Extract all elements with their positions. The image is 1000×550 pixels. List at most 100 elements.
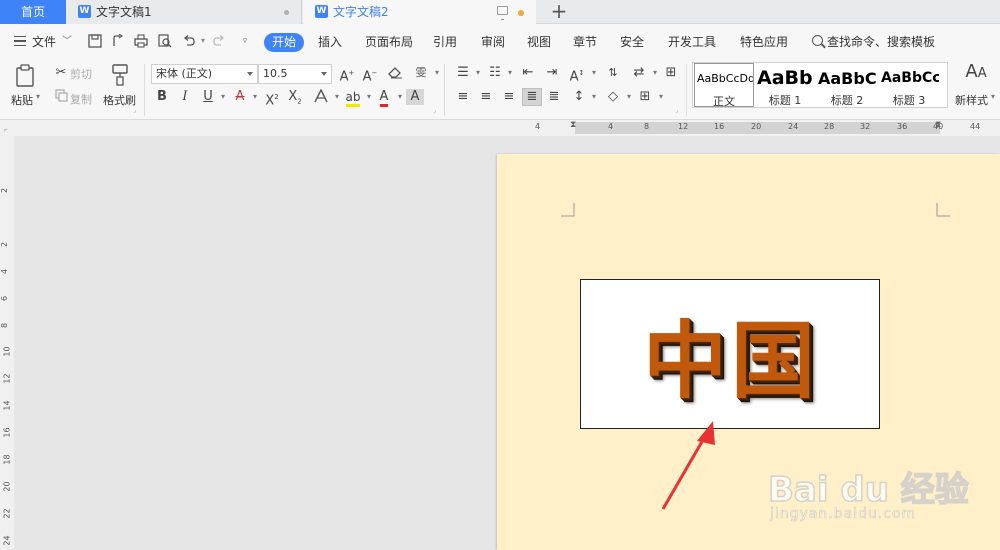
- style-heading-2[interactable]: AaBbC 标题 2: [816, 63, 878, 107]
- clipboard-launcher-icon[interactable]: ⌟: [133, 107, 136, 114]
- new-style-button[interactable]: 新样式: [955, 92, 988, 108]
- vertical-ruler[interactable]: 2 2 4 6 8 10 12 14 16 18 20 22 24: [0, 136, 14, 550]
- menu-tab-security[interactable]: 安全: [620, 24, 644, 60]
- menu-file[interactable]: 文件: [32, 24, 56, 60]
- horizontal-ruler[interactable]: 4 4 8 12 16 20 24 28 32 36 40 44 ⧗ ⧗: [0, 120, 1000, 136]
- scissors-icon[interactable]: ✂: [52, 65, 70, 81]
- character-shading-icon[interactable]: A: [406, 89, 424, 105]
- margin-corner-mark: [936, 203, 950, 217]
- line-spacing-dropdown-icon[interactable]: ▾: [585, 89, 603, 105]
- clear-format-icon[interactable]: [386, 65, 404, 81]
- bullet-dropdown-icon[interactable]: ▾: [469, 65, 487, 81]
- ruler-number: 2: [0, 241, 10, 248]
- menu-tab-page-layout[interactable]: 页面布局: [365, 24, 413, 60]
- font-size-value: 10.5: [263, 67, 288, 80]
- redo-icon[interactable]: [212, 34, 226, 48]
- paste-icon[interactable]: [14, 64, 38, 88]
- menu-tab-view[interactable]: 视图: [527, 24, 551, 60]
- modified-dot-icon: [518, 10, 524, 16]
- monitor-icon[interactable]: [497, 6, 508, 20]
- ruler-number: 20: [751, 122, 762, 131]
- style-heading-1[interactable]: AaBb 标题 1: [755, 63, 815, 107]
- align-right-icon[interactable]: ≡: [500, 89, 518, 105]
- menu-bar: 文件 ﹀ ▾ ▿ 开始 插入 页面布局 引用 审阅 视图 章节 安全 开发工具 …: [0, 24, 1000, 60]
- ruler-number: 12: [2, 373, 12, 384]
- ribbon-separator: [144, 64, 145, 116]
- format-painter-button[interactable]: 格式刷: [103, 92, 136, 108]
- style-heading-1-sample: AaBb: [757, 67, 813, 89]
- ruler-number: 14: [2, 400, 12, 411]
- tab-document-2[interactable]: W 文字文稿2: [303, 0, 536, 24]
- new-style-dropdown-icon[interactable]: ▾: [991, 92, 995, 101]
- style-normal[interactable]: AaBbCcDd 正文: [694, 63, 754, 107]
- italic-icon[interactable]: I: [176, 89, 194, 105]
- sort-icon[interactable]: ⇅: [604, 65, 622, 81]
- tab-home[interactable]: 首页: [0, 0, 66, 24]
- copy-icon[interactable]: [52, 89, 70, 105]
- command-search[interactable]: 查找命令、搜索模板: [827, 24, 935, 60]
- menu-tab-references[interactable]: 引用: [433, 24, 457, 60]
- menu-tab-chapter[interactable]: 章节: [573, 24, 597, 60]
- print-preview-icon[interactable]: [158, 34, 172, 48]
- align-center-icon[interactable]: ≡: [477, 89, 495, 105]
- change-case-dropdown-icon[interactable]: ▾: [585, 65, 603, 81]
- undo-dropdown-icon[interactable]: ▾: [196, 34, 210, 48]
- customize-toolbar-icon[interactable]: ▿: [238, 34, 252, 48]
- justify-icon[interactable]: ≣: [522, 88, 542, 106]
- align-left-icon[interactable]: ≡: [454, 89, 472, 105]
- style-heading-2-sample: AaBbC: [818, 69, 877, 88]
- menu-tab-developer[interactable]: 开发工具: [668, 24, 716, 60]
- ruler-number: 4: [535, 122, 541, 131]
- ruler-number: 2: [0, 187, 10, 194]
- export-icon[interactable]: [111, 33, 125, 48]
- tab-bar: 首页 W 文字文稿1 W 文字文稿2 +: [0, 0, 1000, 24]
- paragraph-launcher-icon[interactable]: ⌟: [675, 107, 678, 114]
- shrink-font-icon[interactable]: A−: [361, 65, 379, 84]
- menu-tab-home[interactable]: 开始: [264, 33, 304, 52]
- strikethrough-dropdown-icon[interactable]: ▾: [246, 89, 264, 105]
- right-indent-marker-icon[interactable]: ⧗: [935, 120, 941, 130]
- menu-tab-insert[interactable]: 插入: [318, 24, 342, 60]
- border-dropdown-icon[interactable]: ▾: [652, 89, 670, 105]
- tab-document-1[interactable]: W 文字文稿1: [66, 0, 302, 24]
- cut-button[interactable]: 剪切: [70, 66, 92, 82]
- tab-document-1-label: 文字文稿1: [96, 5, 152, 19]
- style-heading-3[interactable]: AaBbCc 标题 3: [879, 63, 939, 107]
- paste-dropdown-icon[interactable]: ▾: [36, 92, 40, 101]
- textbox-3d-text[interactable]: 中国: [581, 294, 881, 415]
- menu-tab-review[interactable]: 审阅: [481, 24, 505, 60]
- save-icon[interactable]: [88, 34, 102, 48]
- underline-dropdown-icon[interactable]: ▾: [214, 89, 232, 105]
- paste-button[interactable]: 粘贴: [11, 92, 33, 108]
- print-icon[interactable]: [134, 34, 148, 48]
- subscript-icon[interactable]: X2: [286, 89, 304, 106]
- search-icon[interactable]: [812, 35, 823, 46]
- new-style-icon[interactable]: AA: [964, 63, 988, 86]
- bold-icon[interactable]: B: [153, 89, 171, 105]
- format-painter-icon[interactable]: [108, 63, 132, 87]
- font-launcher-icon[interactable]: ⌟: [433, 107, 436, 114]
- font-size-select[interactable]: 10.5: [258, 64, 332, 84]
- decrease-indent-icon[interactable]: ⇤: [519, 65, 537, 81]
- superscript-icon[interactable]: X2: [263, 89, 281, 108]
- new-tab-button[interactable]: +: [547, 0, 571, 24]
- chevron-down-icon: [321, 72, 327, 76]
- distributed-align-icon[interactable]: ≣: [545, 89, 563, 105]
- table-insert-icon[interactable]: ⊞: [662, 65, 680, 81]
- menu-tab-special-apps[interactable]: 特色应用: [740, 24, 788, 60]
- margin-corner-mark: [561, 203, 575, 217]
- change-case-icon[interactable]: A↕: [568, 65, 586, 84]
- red-arrow-annotation: [661, 421, 715, 510]
- increase-indent-icon[interactable]: ⇥: [543, 65, 561, 81]
- hamburger-menu-icon[interactable]: [14, 36, 26, 46]
- numbered-dropdown-icon[interactable]: ▾: [501, 65, 519, 81]
- font-name-value: 宋体 (正文): [156, 67, 213, 80]
- grow-font-icon[interactable]: A+: [338, 65, 356, 84]
- font-name-select[interactable]: 宋体 (正文): [151, 64, 258, 84]
- ruler-number: 24: [2, 535, 12, 546]
- chevron-down-icon[interactable]: ﹀: [62, 24, 72, 60]
- copy-button[interactable]: 复制: [70, 91, 92, 107]
- undo-icon[interactable]: [182, 34, 196, 48]
- first-line-indent-marker-icon[interactable]: ⧗: [570, 120, 576, 130]
- text-box[interactable]: 中国: [580, 279, 880, 429]
